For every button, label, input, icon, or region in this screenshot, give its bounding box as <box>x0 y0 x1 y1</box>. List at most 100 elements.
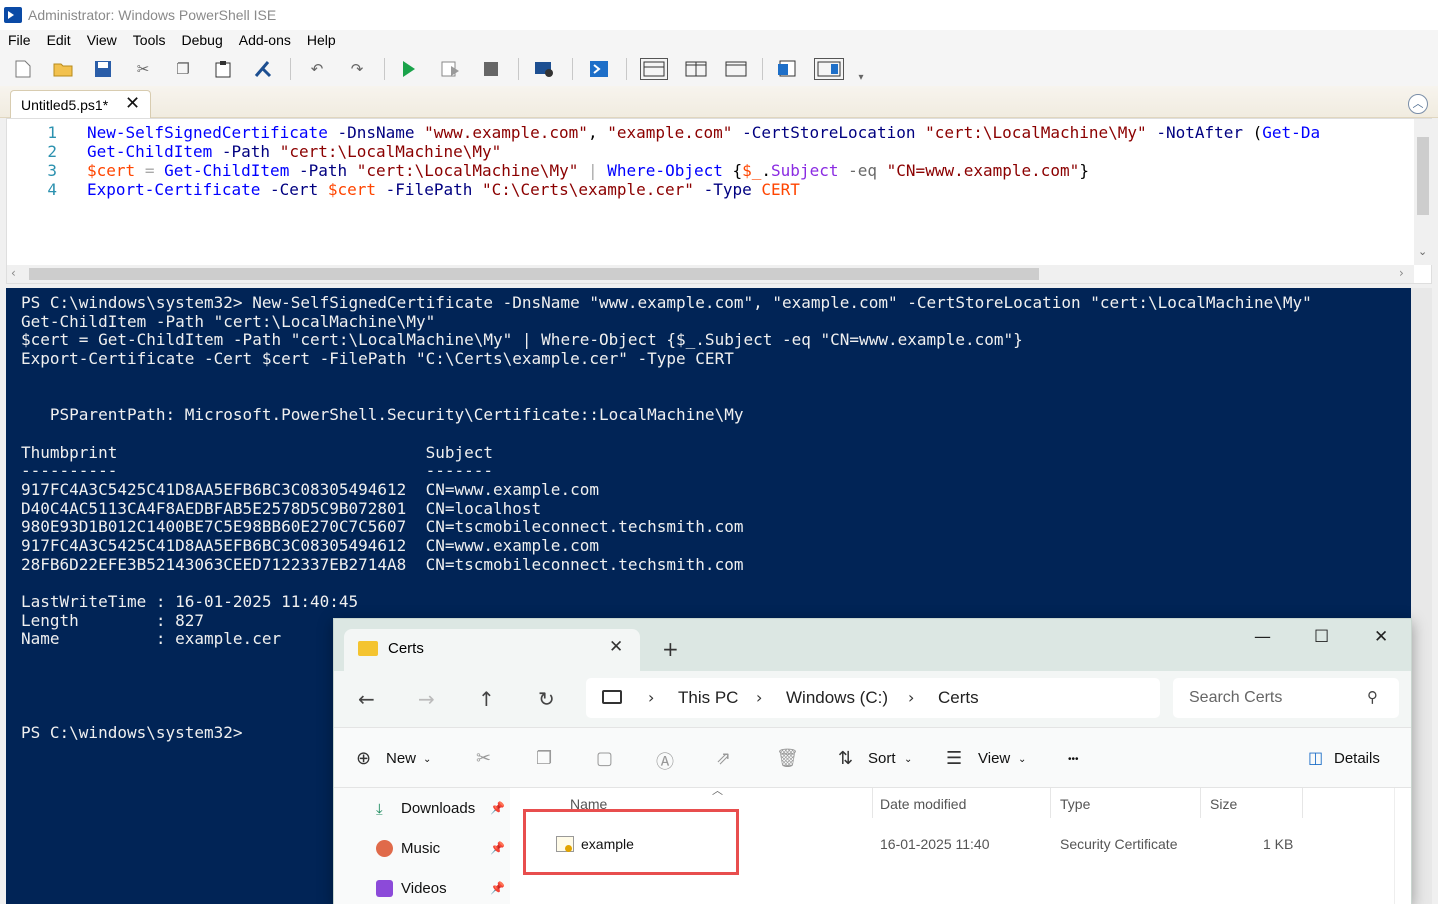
menu-debug[interactable]: Debug <box>173 30 230 52</box>
layout-max-icon[interactable] <box>722 58 750 80</box>
tab-untitled5[interactable]: Untitled5.ps1* ✕ <box>10 90 151 119</box>
column-divider[interactable] <box>1200 788 1201 818</box>
show-command-icon[interactable] <box>776 58 798 80</box>
layout-top-icon[interactable] <box>640 58 668 80</box>
pin-icon[interactable]: 📌 <box>490 881 505 895</box>
breadcrumb-certs[interactable]: Certs <box>938 688 979 708</box>
tab-close-icon[interactable]: ✕ <box>125 93 140 114</box>
up-icon[interactable]: ↑ <box>478 687 495 711</box>
copy-icon[interactable]: ❐ <box>536 748 552 769</box>
run-script-icon[interactable] <box>398 58 420 80</box>
share-icon[interactable]: ⇗ <box>716 748 731 769</box>
breadcrumb-windows-c[interactable]: Windows (C:) <box>786 688 888 708</box>
line-number: 3 <box>47 161 57 180</box>
code-line[interactable]: Get-ChildItem -Path "cert:\LocalMachine\… <box>87 142 1320 161</box>
collapse-pane-icon[interactable]: ︿ <box>1408 94 1428 114</box>
nav-item-downloads[interactable]: Downloads <box>401 800 475 817</box>
chevron-down-icon[interactable]: ⌄ <box>904 754 912 765</box>
view-button[interactable]: View <box>978 750 1010 767</box>
paste-icon[interactable] <box>212 58 234 80</box>
sort-icon[interactable]: ⇅ <box>838 748 853 769</box>
chevron-down-icon[interactable]: ⌄ <box>423 754 431 765</box>
column-header-type[interactable]: Type <box>1060 796 1090 812</box>
search-icon[interactable]: ⚲ <box>1367 688 1378 706</box>
script-editor[interactable]: 1234 New-SelfSignedCertificate -DnsName … <box>6 118 1432 284</box>
address-bar[interactable]: › This PC › Windows (C:) › Certs <box>586 678 1160 718</box>
menu-edit[interactable]: Edit <box>39 30 79 52</box>
breadcrumb-this-pc[interactable]: This PC <box>678 688 738 708</box>
code-line[interactable]: New-SelfSignedCertificate -DnsName "www.… <box>87 123 1320 142</box>
toolbar-separator <box>626 58 627 80</box>
new-tab-icon[interactable]: + <box>662 637 679 661</box>
console-scrollbar[interactable] <box>1411 288 1432 904</box>
undo-icon[interactable]: ↶ <box>306 58 328 80</box>
chevron-right-icon[interactable]: › <box>908 688 914 707</box>
column-header-date-modified[interactable]: Date modified <box>880 796 966 812</box>
refresh-icon[interactable]: ↻ <box>538 687 555 711</box>
delete-icon[interactable]: 🗑 <box>776 748 799 769</box>
editor-horizontal-scroll-thumb[interactable] <box>29 268 1039 280</box>
menu-tools[interactable]: Tools <box>125 30 174 52</box>
show-addon-pane-icon[interactable] <box>814 58 844 80</box>
cut-icon[interactable]: ✂ <box>476 748 491 769</box>
file-list-scrollbar[interactable] <box>1394 788 1411 904</box>
chevron-down-icon[interactable]: ⌄ <box>1018 754 1026 765</box>
search-box[interactable]: Search Certs ⚲ <box>1173 678 1399 718</box>
minimize-icon[interactable]: — <box>1254 627 1271 647</box>
details-button[interactable]: Details <box>1334 750 1380 767</box>
code-line[interactable]: $cert = Get-ChildItem -Path "cert:\Local… <box>87 161 1320 180</box>
scroll-left-icon[interactable]: ‹ <box>11 266 16 280</box>
toolbar: ✂ ❐ ↶ ↷ ▾ <box>0 52 1438 86</box>
pin-icon[interactable]: 📌 <box>490 801 505 815</box>
code-line[interactable]: Export-Certificate -Cert $cert -FilePath… <box>87 180 1320 199</box>
close-window-icon[interactable]: ✕ <box>1374 627 1388 647</box>
scroll-right-icon[interactable]: › <box>1399 266 1404 280</box>
paste-icon[interactable]: ▢ <box>596 748 613 769</box>
stop-icon[interactable] <box>480 58 502 80</box>
forward-icon[interactable]: → <box>418 687 435 711</box>
column-header-size[interactable]: Size <box>1210 796 1237 812</box>
menu-file[interactable]: File <box>0 30 39 52</box>
script-code[interactable]: New-SelfSignedCertificate -DnsName "www.… <box>87 123 1320 199</box>
menu-help[interactable]: Help <box>299 30 344 52</box>
nav-item-videos[interactable]: Videos <box>401 880 447 897</box>
layout-right-icon[interactable] <box>682 58 710 80</box>
menu-addons[interactable]: Add-ons <box>231 30 299 52</box>
remote-powershell-icon[interactable] <box>534 58 556 80</box>
back-icon[interactable]: ← <box>358 687 375 711</box>
pin-icon[interactable]: 📌 <box>490 841 505 855</box>
explorer-tab-certs[interactable]: Certs ✕ <box>344 629 640 671</box>
toolbar-overflow-icon[interactable]: ▾ <box>850 66 872 88</box>
open-folder-icon[interactable] <box>52 58 74 80</box>
nav-item-music[interactable]: Music <box>401 840 440 857</box>
editor-vertical-scroll-thumb[interactable] <box>1417 137 1429 215</box>
redo-icon[interactable]: ↷ <box>346 58 368 80</box>
new-file-icon[interactable] <box>12 58 34 80</box>
save-icon[interactable] <box>92 58 114 80</box>
chevron-right-icon[interactable]: › <box>756 688 762 707</box>
clear-console-icon[interactable] <box>252 58 274 80</box>
run-selection-icon[interactable] <box>440 58 462 80</box>
close-tab-icon[interactable]: ✕ <box>609 637 623 657</box>
chevron-right-icon[interactable]: › <box>648 688 654 707</box>
details-pane-icon[interactable]: ◫ <box>1308 748 1323 767</box>
new-button[interactable]: New <box>386 750 416 767</box>
pane-divider[interactable] <box>510 788 524 904</box>
view-icon[interactable]: ☰ <box>946 748 962 769</box>
menu-view[interactable]: View <box>79 30 125 52</box>
scroll-down-icon[interactable]: ⌄ <box>1418 245 1427 258</box>
powershell-console-icon[interactable] <box>588 58 610 80</box>
column-divider[interactable] <box>872 788 873 818</box>
editor-horizontal-scrollbar[interactable]: ‹ › <box>7 265 1414 283</box>
copy-icon[interactable]: ❐ <box>172 58 194 80</box>
cut-icon[interactable]: ✂ <box>132 58 154 80</box>
editor-vertical-scrollbar[interactable]: ⌄ <box>1414 119 1432 265</box>
new-plus-icon[interactable]: ⊕ <box>356 748 371 769</box>
maximize-icon[interactable]: ☐ <box>1314 627 1329 647</box>
sort-button[interactable]: Sort <box>868 750 896 767</box>
rename-icon[interactable]: Ⓐ <box>656 748 674 774</box>
column-divider[interactable] <box>1050 788 1051 818</box>
more-options-icon[interactable]: ••• <box>1068 754 1079 765</box>
column-divider[interactable] <box>1302 788 1303 818</box>
